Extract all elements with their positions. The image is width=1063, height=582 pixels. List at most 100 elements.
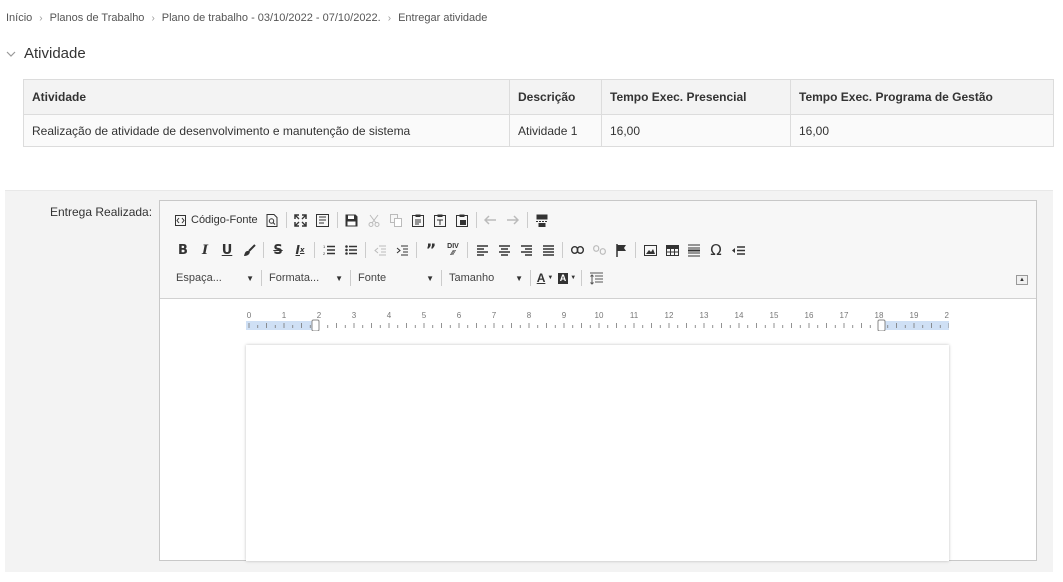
caret-down-icon: ▼ [547, 275, 554, 281]
horizontal-rule-icon [688, 244, 700, 256]
breadcrumb-plano[interactable]: Plano de trabalho - 03/10/2022 - 07/10/2… [162, 12, 381, 24]
save-button[interactable] [341, 209, 363, 231]
bg-color-button[interactable]: A ▼ [556, 267, 578, 289]
align-left-button[interactable] [471, 239, 493, 261]
div-icon: DIV [447, 243, 459, 250]
paste-button[interactable] [407, 209, 429, 231]
bold-button[interactable]: B [172, 239, 194, 261]
numbered-list-button[interactable]: 12 [318, 239, 340, 261]
right-margin-handle[interactable] [877, 319, 886, 331]
strikethrough-button[interactable]: S [267, 239, 289, 261]
cut-button[interactable] [363, 209, 385, 231]
section-title: Atividade [24, 45, 86, 62]
ruler-number: 12 [665, 311, 674, 320]
paste-text-icon [433, 214, 446, 227]
breadcrumb-planos[interactable]: Planos de Trabalho [50, 12, 145, 24]
indent-icon [396, 245, 408, 256]
toolbar-separator [581, 270, 582, 286]
editor-toolbar: Código-Fonte B I U S I x 1 2 ” DIV ⁄⁄⁄ Ω… [160, 201, 1036, 299]
source-button[interactable]: Código-Fonte [172, 209, 261, 231]
paste-icon [411, 214, 424, 227]
toolbar-collapse-button[interactable]: ▲ [1016, 275, 1028, 285]
table-cell: Realização de atividade de desenvolvimen… [23, 114, 510, 147]
underline-button[interactable]: U [216, 239, 238, 261]
show-blocks-icon [316, 213, 330, 227]
ruler-number: 5 [422, 311, 427, 320]
italic-button[interactable]: I [194, 239, 216, 261]
section-toggle[interactable]: Atividade [6, 45, 86, 62]
paste-text-button[interactable] [429, 209, 451, 231]
font-select[interactable]: Fonte ▼ [354, 268, 438, 288]
breadcrumb-inicio[interactable]: Início [6, 12, 32, 24]
outdent-button[interactable] [369, 239, 391, 261]
unlink-icon [592, 245, 606, 255]
cut-icon [368, 214, 380, 227]
chevron-right-icon: › [151, 12, 155, 24]
ruler-number: 2 [317, 311, 322, 320]
align-center-button[interactable] [493, 239, 515, 261]
copy-button[interactable] [385, 209, 407, 231]
column-header: Tempo Exec. Programa de Gestão [790, 79, 1054, 115]
source-label: Código-Fonte [191, 214, 258, 226]
maximize-button[interactable] [290, 209, 312, 231]
outdent-icon [374, 245, 386, 256]
toolbar-separator [263, 242, 264, 258]
redo-button[interactable] [502, 209, 524, 231]
column-header: Descrição [509, 79, 602, 115]
format-select[interactable]: Formata... ▼ [265, 268, 347, 288]
align-center-icon [498, 244, 510, 256]
spacing-select[interactable]: Espaça... ▼ [172, 268, 258, 288]
document-page[interactable] [246, 345, 949, 561]
ruler[interactable]: 0123456789101112131415161718192021 [246, 309, 949, 331]
toolbar-separator [530, 270, 531, 286]
ruler-number: 14 [735, 311, 744, 320]
remove-format-button[interactable]: Ix [289, 239, 311, 261]
align-right-button[interactable] [515, 239, 537, 261]
ruler-number: 8 [527, 311, 532, 320]
preview-button[interactable] [261, 209, 283, 231]
bulleted-list-button[interactable] [340, 239, 362, 261]
align-right-icon [520, 244, 532, 256]
indent-button[interactable] [391, 239, 413, 261]
paste-word-button[interactable] [451, 209, 473, 231]
column-header: Atividade [23, 79, 510, 115]
line-height-button[interactable] [585, 267, 607, 289]
show-blocks-button[interactable] [312, 209, 334, 231]
toolbar-separator [416, 242, 417, 258]
blockquote-button[interactable]: ” [420, 239, 442, 261]
link-button[interactable] [566, 239, 588, 261]
left-margin-handle[interactable] [311, 319, 320, 331]
size-select[interactable]: Tamanho ▼ [445, 268, 527, 288]
ruler-number: 10 [595, 311, 604, 320]
table-button[interactable] [661, 239, 683, 261]
font-select-label: Fonte [358, 272, 387, 284]
create-div-button[interactable]: DIV ⁄⁄⁄ [442, 239, 464, 261]
caret-down-icon: ▼ [335, 273, 343, 283]
justify-button[interactable] [537, 239, 559, 261]
text-color-button[interactable]: A ▼ [534, 267, 556, 289]
iframe-button[interactable] [727, 239, 749, 261]
brush-icon [243, 243, 256, 256]
link-icon [570, 246, 584, 254]
preview-icon [266, 213, 278, 227]
ruler-number: 15 [770, 311, 779, 320]
special-char-button[interactable]: Ω [705, 239, 727, 261]
align-left-icon [476, 244, 488, 256]
image-button[interactable] [639, 239, 661, 261]
bg-color-icon: A [557, 272, 569, 284]
chevron-right-icon: › [387, 12, 392, 24]
toolbar-separator [336, 212, 338, 228]
table-cell: 16,00 [790, 114, 1054, 147]
line-height-icon [589, 272, 603, 285]
unlink-button[interactable] [588, 239, 610, 261]
ruler-number: 11 [630, 311, 639, 320]
ruler-number: 6 [457, 311, 462, 320]
undo-button[interactable] [480, 209, 502, 231]
anchor-button[interactable] [610, 239, 632, 261]
toolbar-separator [441, 270, 442, 286]
ruler-number: 1 [282, 311, 287, 320]
horizontal-rule-button[interactable] [683, 239, 705, 261]
format-painter-button[interactable] [238, 239, 260, 261]
page-break-button[interactable] [531, 209, 553, 231]
table-icon [665, 244, 679, 256]
